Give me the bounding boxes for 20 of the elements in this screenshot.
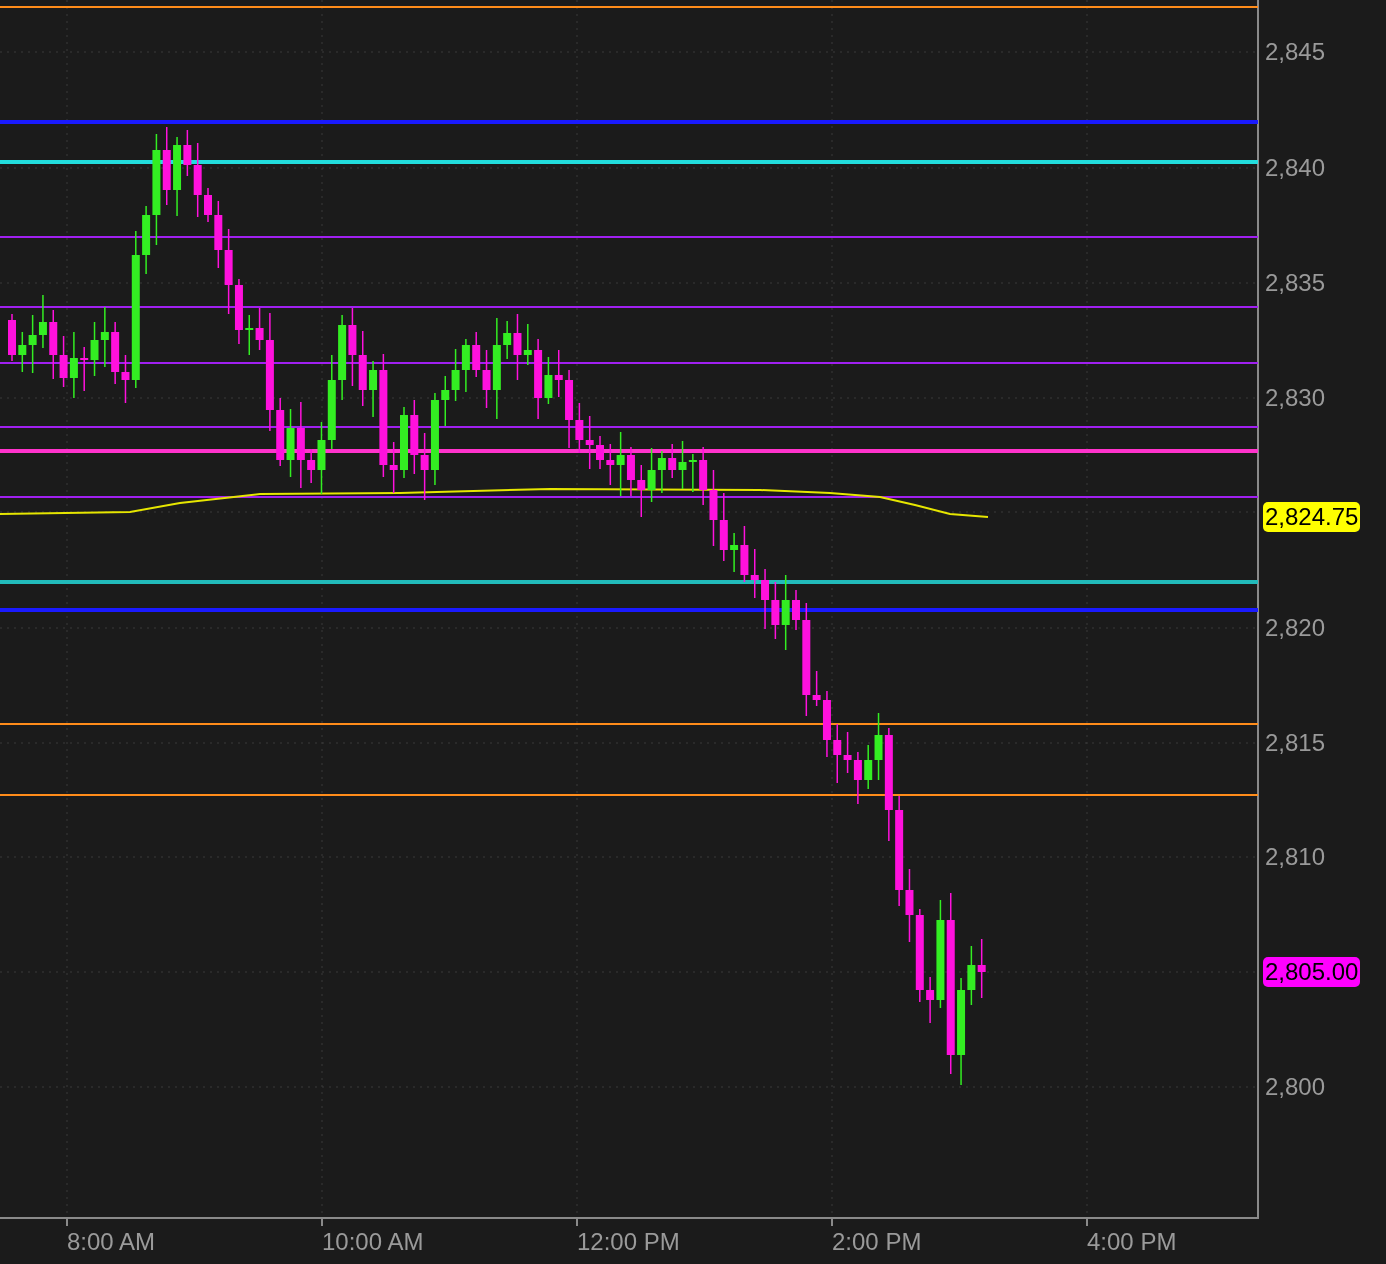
current-price-badge: 2,805.00 bbox=[1263, 957, 1361, 987]
time-label: 2:00 PM bbox=[832, 1230, 922, 1254]
tick-mark bbox=[321, 1217, 323, 1227]
price-label: 2,800 bbox=[1265, 1075, 1326, 1099]
tick-mark bbox=[831, 1217, 833, 1227]
price-label: 2,845 bbox=[1265, 40, 1326, 64]
price-label: 2,820 bbox=[1265, 616, 1326, 640]
tick-mark bbox=[1086, 1217, 1088, 1227]
price-label: 2,810 bbox=[1265, 845, 1326, 869]
price-label: 2,830 bbox=[1265, 386, 1326, 410]
price-label: 2,835 bbox=[1265, 271, 1326, 295]
current-price-badge: 2,824.75 bbox=[1263, 502, 1361, 532]
time-label: 8:00 AM bbox=[67, 1230, 156, 1254]
time-label: 4:00 PM bbox=[1087, 1230, 1177, 1254]
time-label: 12:00 PM bbox=[577, 1230, 680, 1254]
tick-mark bbox=[66, 1217, 68, 1227]
time-label: 10:00 AM bbox=[322, 1230, 424, 1254]
tick-mark bbox=[576, 1217, 578, 1227]
price-label: 2,840 bbox=[1265, 156, 1326, 180]
price-label: 2,815 bbox=[1265, 731, 1326, 755]
